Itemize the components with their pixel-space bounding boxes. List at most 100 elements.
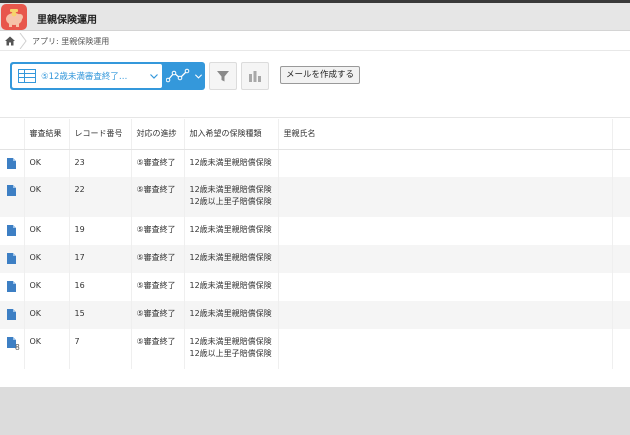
document-icon[interactable] [7,185,16,196]
insurance-line: 12歳未満里親賠償保険 [189,337,272,346]
cell-progress: ⑤審査終了 [131,217,185,245]
table-row[interactable]: 8 OK 7 ⑤審査終了 12歳未満里親賠償保険 12歳以上里子賠償保険 [0,329,630,369]
header-icon-col [0,119,25,150]
cell-pad [612,177,630,217]
cell-foster-parent-name [278,273,613,301]
view-label: ⑤12歳未満審査終了… [41,72,128,82]
cell-pad [612,329,630,369]
insurance-line: 12歳以上里子賠償保険 [189,197,272,206]
insurance-line: 12歳未満里親賠償保険 [189,225,272,234]
cell-progress: ⑤審査終了 [131,329,185,369]
app-header: 里親保険運用 [0,3,630,31]
create-mail-button[interactable]: メールを作成する [280,66,360,84]
bar-chart-icon [249,71,261,82]
header-record-number[interactable]: レコード番号 [69,119,132,150]
document-icon[interactable] [7,309,16,320]
cell-result: OK [24,217,70,245]
cell-insurance: 12歳未満里親賠償保険 12歳以上里子賠償保険 [184,177,279,217]
insurance-line: 12歳未満里親賠償保険 [189,281,272,290]
cell-record-number: 19 [69,217,132,245]
document-icon[interactable] [7,281,16,292]
cell-result: OK [24,273,70,301]
graph-menu-button[interactable] [241,62,269,90]
cell-record-number: 22 [69,177,132,217]
table-row[interactable]: OK 22 ⑤審査終了 12歳未満里親賠償保険 12歳以上里子賠償保険 [0,177,630,217]
header-insurance-type[interactable]: 加入希望の保険種類 [184,119,279,150]
header-pad [612,119,630,150]
view-selector[interactable]: ⑤12歳未満審査終了… [10,62,205,90]
cell-progress: ⑤審査終了 [131,245,185,273]
graph-view-button[interactable] [162,62,205,90]
table-row[interactable]: OK 17 ⑤審査終了 12歳未満里親賠償保険 [0,245,630,273]
cell-result: OK [24,245,70,273]
cell-foster-parent-name [278,217,613,245]
cell-foster-parent-name [278,301,613,329]
cell-pad [612,245,630,273]
breadcrumb-separator-icon [19,33,27,49]
cell-record-number: 16 [69,273,132,301]
document-icon[interactable] [7,157,16,169]
table-row[interactable]: OK 23 ⑤審査終了 12歳未満里親賠償保険 [0,149,630,177]
cell-progress: ⑤審査終了 [131,301,185,329]
cell-insurance: 12歳未満里親賠償保険 [184,149,279,177]
cell-insurance: 12歳未満里親賠償保険 12歳以上里子賠償保険 [184,329,279,369]
insurance-line: 12歳未満里親賠償保険 [189,253,272,262]
cell-insurance: 12歳未満里親賠償保険 [184,301,279,329]
table-row[interactable]: OK 15 ⑤審査終了 12歳未満里親賠償保険 [0,301,630,329]
row-icon-cell[interactable]: 8 [0,329,25,369]
cell-pad [612,149,630,177]
filter-button[interactable] [209,62,237,90]
header-progress[interactable]: 対応の進捗 [131,119,185,150]
record-list: 審査結果 レコード番号 対応の進捗 加入希望の保険種類 里親氏名 OK 23 ⑤… [0,119,630,387]
cell-result: OK [24,329,70,369]
cell-foster-parent-name [278,177,613,217]
cell-foster-parent-name [278,149,613,177]
document-icon[interactable]: 8 [7,337,20,352]
insurance-line: 12歳未満里親賠償保険 [189,309,272,318]
line-graph-icon [166,68,190,83]
cell-result: OK [24,301,70,329]
chevron-down-icon [194,74,203,79]
cell-record-number: 7 [69,329,132,369]
row-icon-cell[interactable] [0,217,25,245]
piggy-bank-icon[interactable] [1,4,27,30]
view-dropdown[interactable]: ⑤12歳未満審査終了… [12,64,162,88]
toolbar: ⑤12歳未満審査終了… メールを作成する [0,52,630,118]
header-foster-parent-name[interactable]: 里親氏名 [278,119,613,150]
insurance-line: 12歳未満里親賠償保険 [189,185,272,194]
cell-record-number: 23 [69,149,132,177]
document-icon[interactable] [7,253,16,264]
cell-insurance: 12歳未満里親賠償保険 [184,273,279,301]
cell-record-number: 15 [69,301,132,329]
header-result[interactable]: 審査結果 [24,119,70,150]
row-icon-cell[interactable] [0,273,25,301]
insurance-line: 12歳以上里子賠償保険 [189,349,272,358]
cell-progress: ⑤審査終了 [131,149,185,177]
chevron-down-icon [150,74,158,79]
row-icon-cell[interactable] [0,149,25,177]
filter-icon [217,71,229,82]
insurance-line: 12歳未満里親賠償保険 [189,157,272,167]
app-title: 里親保険運用 [37,15,97,26]
row-icon-cell[interactable] [0,301,25,329]
cell-foster-parent-name [278,245,613,273]
cell-result: OK [24,149,70,177]
row-icon-cell[interactable] [0,177,25,217]
table-icon [18,69,36,83]
cell-foster-parent-name [278,329,613,369]
table-row[interactable]: OK 16 ⑤審査終了 12歳未満里親賠償保険 [0,273,630,301]
comment-count-badge: 8 [15,343,20,352]
cell-progress: ⑤審査終了 [131,273,185,301]
cell-pad [612,301,630,329]
cell-pad [612,217,630,245]
cell-insurance: 12歳未満里親賠償保険 [184,245,279,273]
home-icon[interactable] [4,35,16,47]
breadcrumb: アプリ: 里親保険運用 [0,31,630,51]
row-icon-cell[interactable] [0,245,25,273]
table-row[interactable]: OK 19 ⑤審査終了 12歳未満里親賠償保険 [0,217,630,245]
breadcrumb-app-link[interactable]: アプリ: 里親保険運用 [32,36,109,47]
cell-result: OK [24,177,70,217]
records-table: 審査結果 レコード番号 対応の進捗 加入希望の保険種類 里親氏名 OK 23 ⑤… [0,119,630,369]
cell-insurance: 12歳未満里親賠償保険 [184,217,279,245]
document-icon[interactable] [7,225,16,236]
